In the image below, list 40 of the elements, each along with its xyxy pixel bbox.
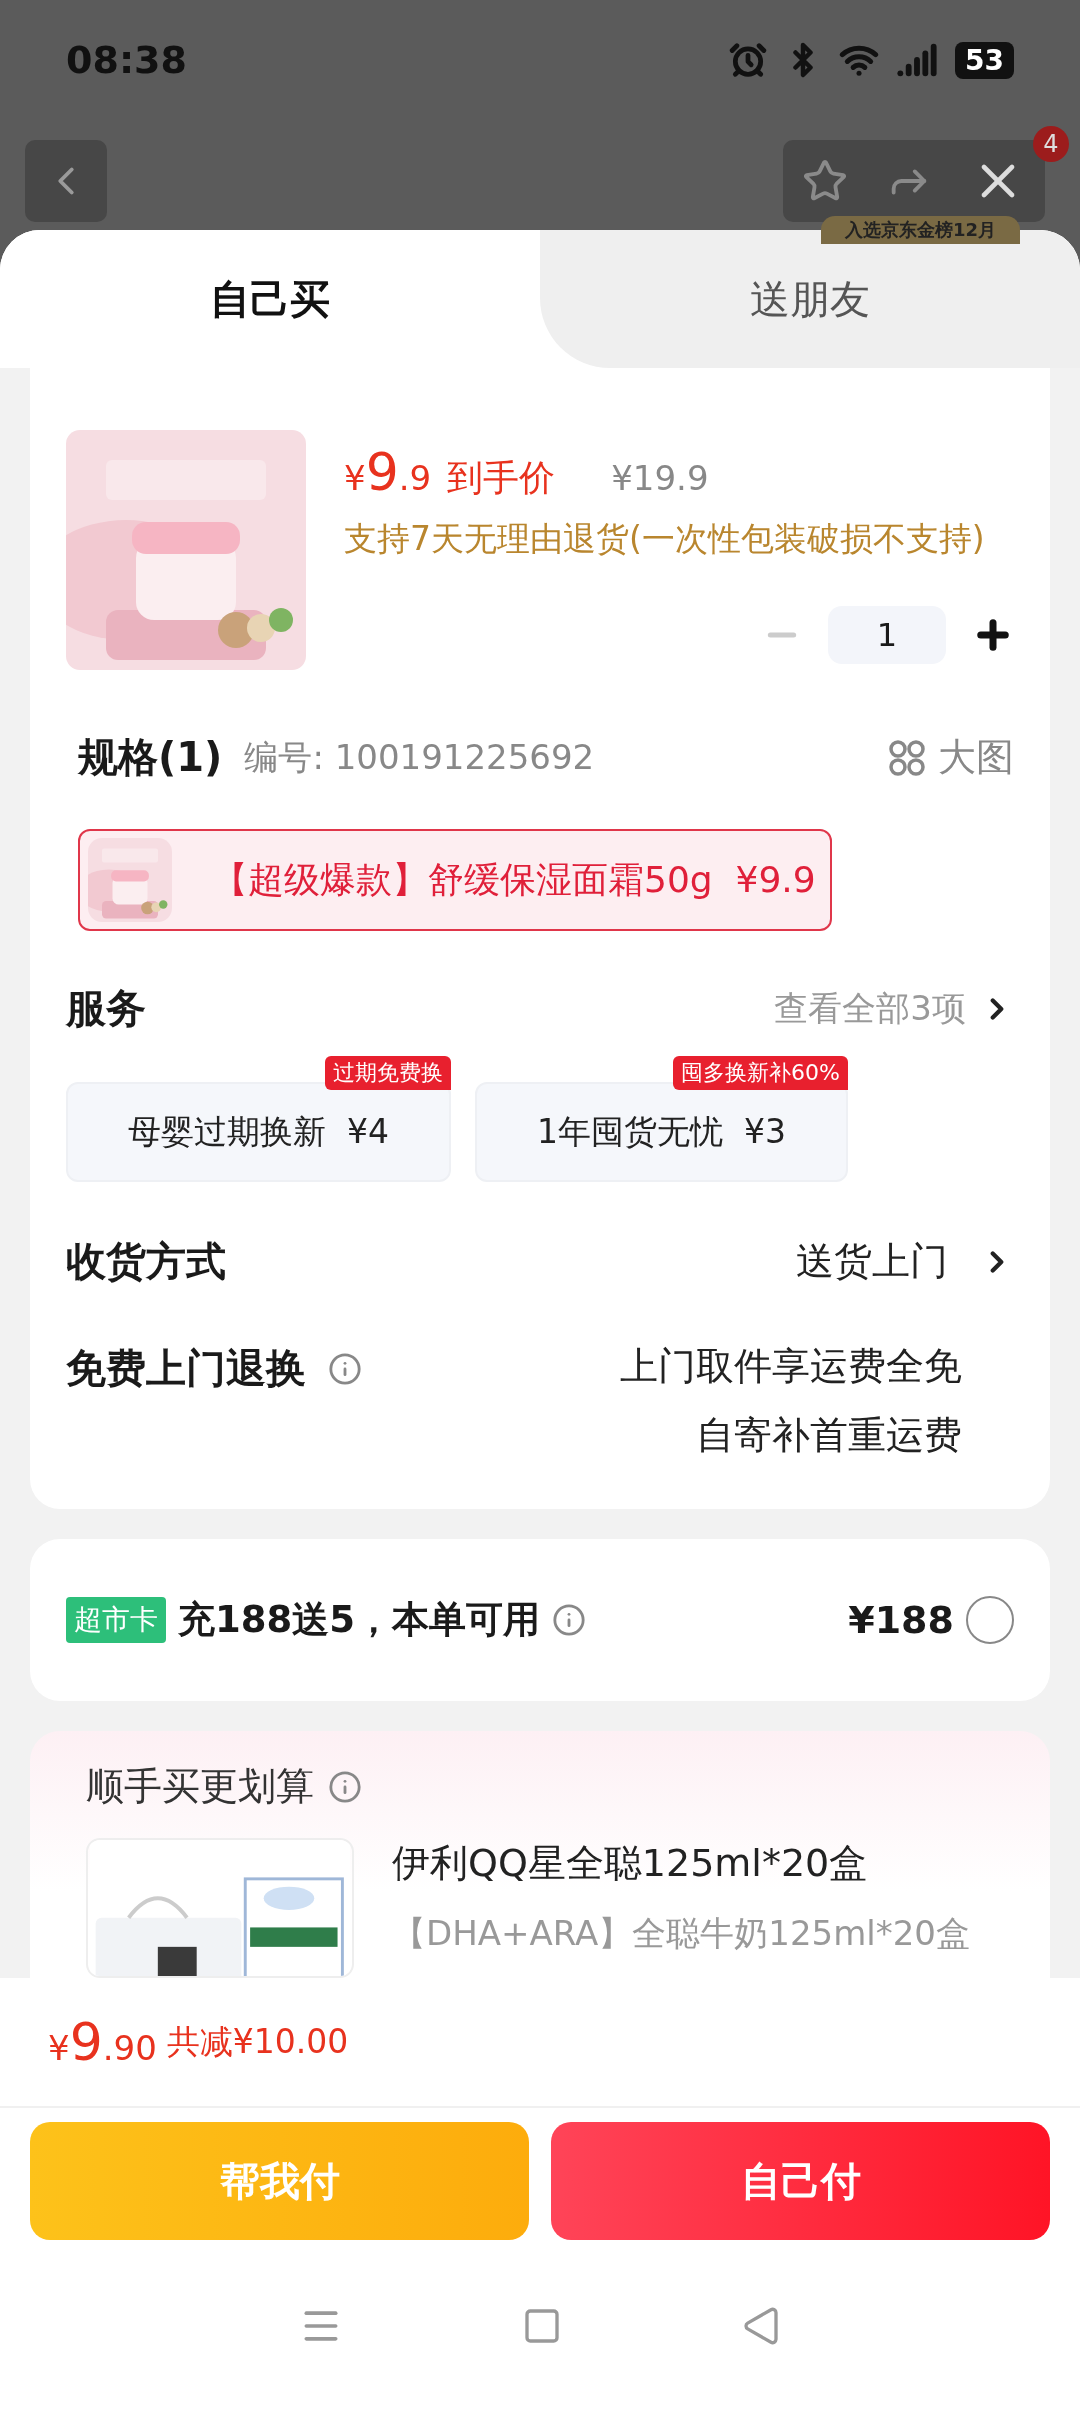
status-time: 08:38: [66, 38, 187, 82]
grid-icon: [888, 738, 926, 777]
service-tag: 囤多换新补60%: [673, 1056, 848, 1090]
addon-title: 顺手买更划算: [86, 1763, 314, 1810]
home-icon[interactable]: [522, 2306, 562, 2346]
spec-option[interactable]: 【超级爆款】舒缓保湿面霜50g ¥9.9: [78, 829, 832, 931]
back-button[interactable]: [25, 140, 107, 222]
card-tag: 超市卡: [66, 1597, 166, 1643]
ranking-banner: 入选京东金榜12月: [820, 216, 1020, 244]
alarm-icon: [729, 41, 768, 79]
return-note: 自寄补首重运费: [696, 1412, 962, 1459]
big-image-button[interactable]: 大图: [888, 732, 1014, 783]
info-icon[interactable]: [328, 1351, 362, 1386]
section-title: 服务: [66, 984, 146, 1033]
battery-level: 53: [955, 41, 1014, 79]
notification-badge: 4: [1033, 126, 1069, 162]
discount-text: 共减¥10.00: [166, 2020, 349, 2063]
section-title: 免费上门退换: [66, 1344, 306, 1393]
total-price: ¥9.90: [48, 2012, 157, 2072]
service-option[interactable]: 母婴过期换新 ¥4: [66, 1082, 451, 1182]
quantity-field[interactable]: 1: [828, 606, 946, 664]
original-price: ¥19.9: [611, 458, 709, 498]
delivery-option[interactable]: 送货上门: [796, 1236, 1014, 1287]
service-option[interactable]: 1年囤货无忧 ¥3: [475, 1082, 848, 1182]
offer-price: ¥188: [848, 1598, 954, 1642]
return-note: 上门取件享运费全免: [620, 1343, 962, 1390]
product-code: 编号: 100191225692: [244, 735, 595, 779]
service-tag: 过期免费换: [325, 1056, 451, 1090]
info-icon[interactable]: [328, 1769, 362, 1804]
addon-name: 伊利QQ星全聪125ml*20盒: [392, 1840, 869, 1887]
offer-text: 充188送5，本单可用: [178, 1597, 540, 1643]
return-policy: 支持7天无理由退货(一次性包装破损不支持): [344, 518, 986, 560]
price-label: 到手价: [447, 456, 556, 500]
info-icon[interactable]: [552, 1603, 586, 1637]
pay-button[interactable]: 自己付: [551, 2122, 1050, 2240]
final-price: ¥9.9: [344, 442, 432, 502]
section-title: 收货方式: [66, 1237, 226, 1286]
offer-radio[interactable]: [966, 1596, 1014, 1644]
addon-description: 【DHA+ARA】全聪牛奶125ml*20盒: [392, 1912, 970, 1955]
spec-title: 规格(1): [78, 733, 223, 782]
